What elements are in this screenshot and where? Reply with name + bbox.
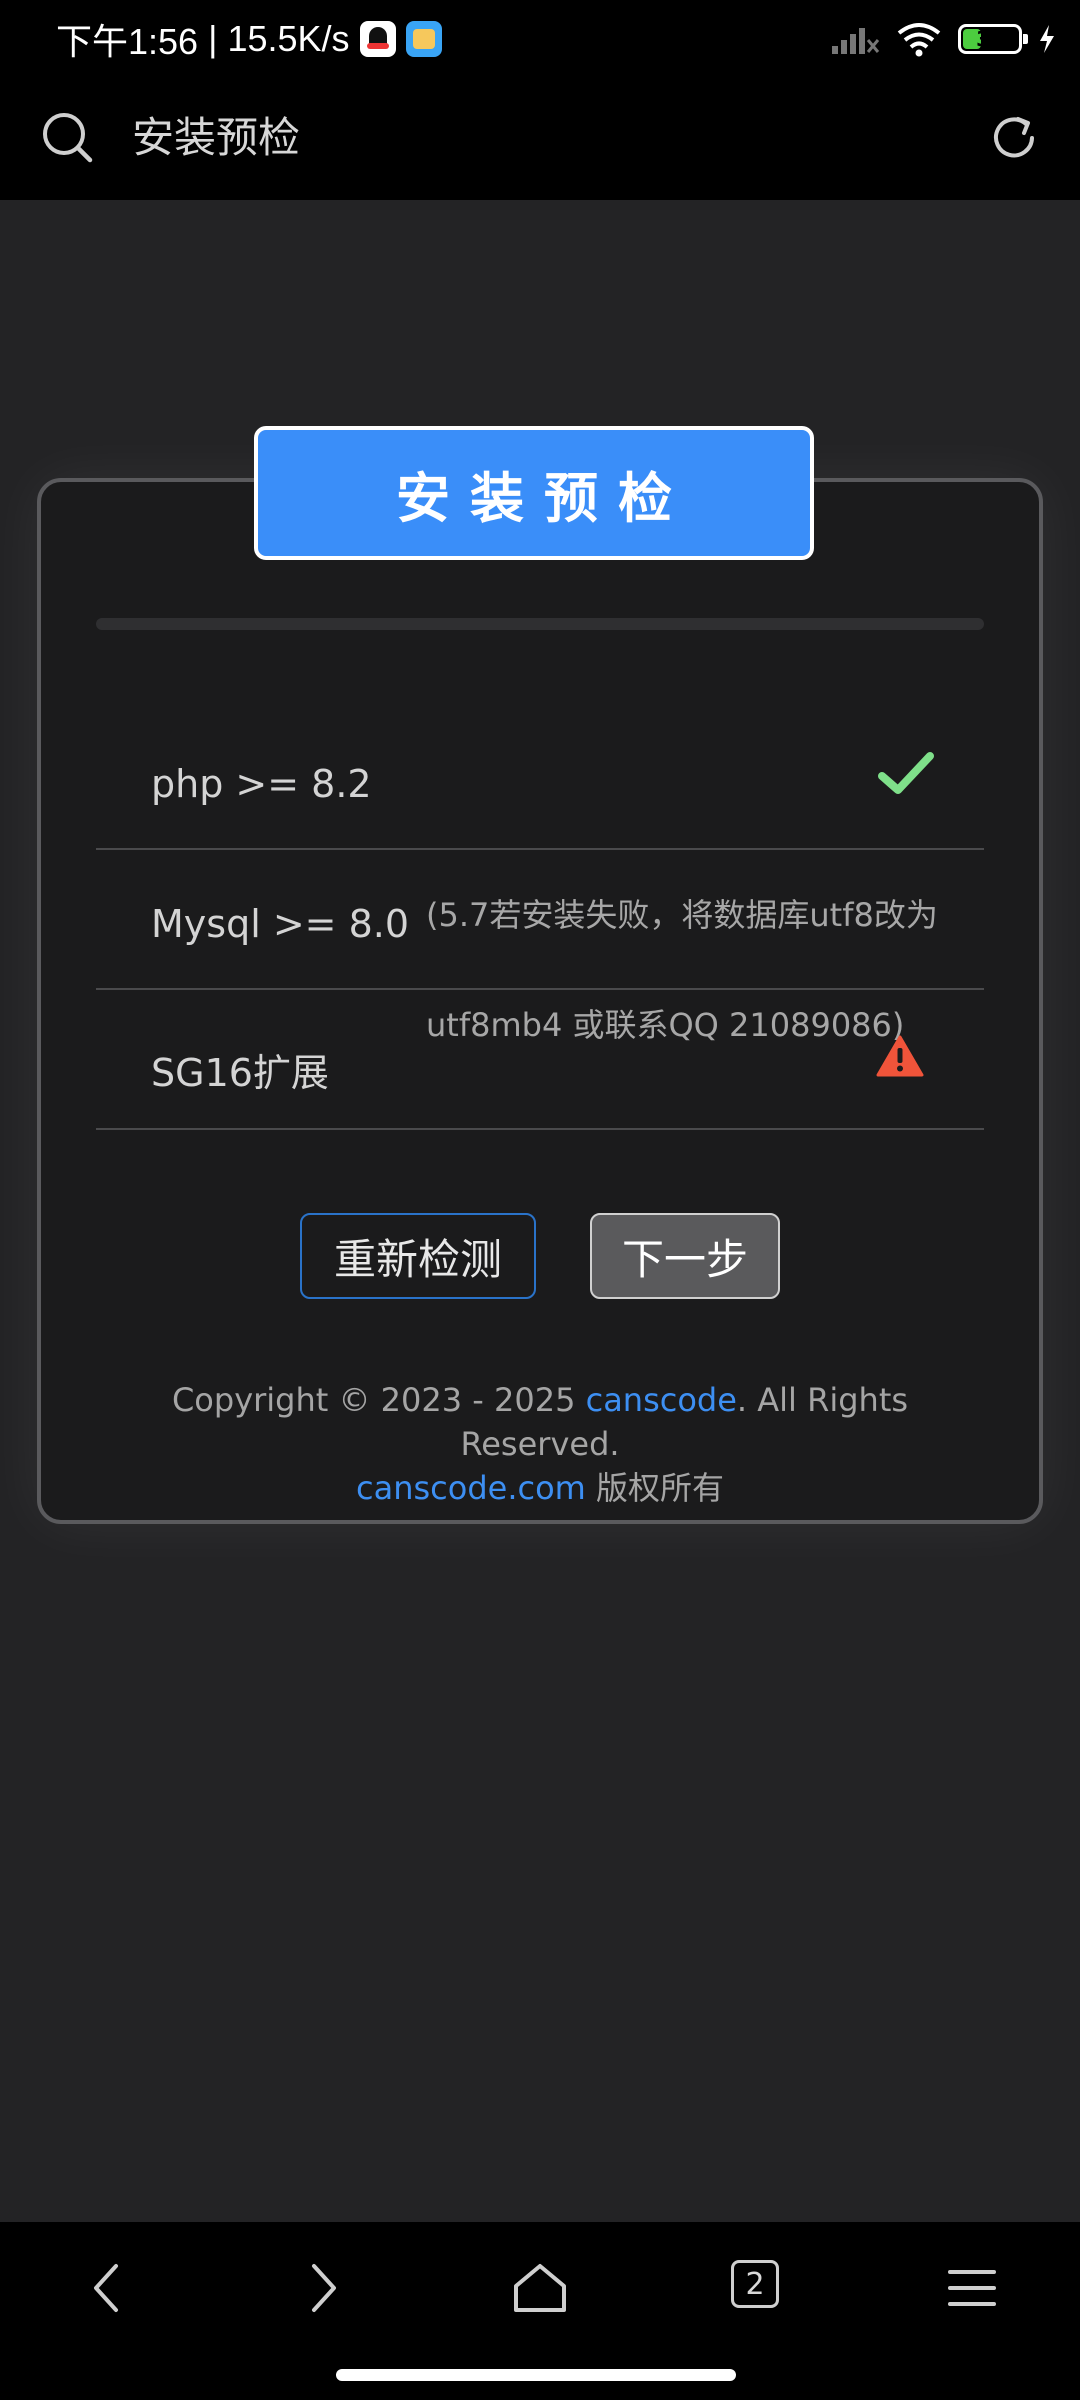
footer-line-1: Copyright © 2023 - 2025 canscode. All Ri… (96, 1378, 984, 1466)
home-icon[interactable] (510, 2258, 570, 2318)
home-indicator[interactable] (336, 2369, 736, 2381)
recheck-button[interactable]: 重新检测 (300, 1213, 536, 1299)
forward-icon[interactable] (292, 2258, 352, 2318)
tabs-count-button[interactable]: 2 (731, 2260, 779, 2308)
search-icon[interactable] (40, 110, 96, 166)
footer-link-canscode[interactable]: canscode (586, 1381, 737, 1419)
refresh-icon[interactable] (986, 110, 1042, 166)
check-icon (878, 752, 934, 794)
status-time: 下午1:56 (56, 21, 199, 62)
next-step-button[interactable]: 下一步 (590, 1213, 780, 1299)
footer-line-2: canscode.com 版权所有 (96, 1466, 984, 1510)
check-label-sg16: SG16扩展 (151, 1051, 329, 1095)
status-left: 下午1:56 | 15.5K/s (56, 14, 442, 64)
gallery-app-icon (405, 21, 442, 57)
check-row-sg16: SG16扩展 utf8mb4 或联系QQ 21089086) (96, 990, 984, 1130)
footer-link-canscode-com[interactable]: canscode.com (356, 1469, 586, 1507)
status-bar: 下午1:56 | 15.5K/s 34 (0, 0, 1080, 78)
mysql-note-line1: (5.7若安装失败，将数据库utf8改为 (426, 896, 938, 934)
page-title[interactable]: 安装预检 (132, 106, 300, 170)
footer-copyright-prefix: Copyright © 2023 - 2025 (171, 1381, 586, 1419)
copyright-footer: Copyright © 2023 - 2025 canscode. All Ri… (96, 1378, 984, 1510)
check-label-mysql: Mysql >= 8.0 (151, 902, 410, 946)
back-icon[interactable] (78, 2258, 138, 2318)
battery-level: 34 (976, 27, 1004, 51)
cellular-signal-icon (832, 28, 880, 54)
network-speed: 15.5K/s (227, 18, 350, 59)
footer-copyright-owner: 版权所有 (585, 1469, 725, 1507)
battery-indicator: 34 (958, 24, 1028, 54)
check-label-php: php >= 8.2 (151, 762, 372, 806)
charging-icon (1040, 25, 1054, 53)
mysql-note-line2: utf8mb4 或联系QQ 21089086) (426, 1006, 905, 1044)
progress-track (96, 618, 984, 630)
check-row-php: php >= 8.2 (96, 710, 984, 850)
qq-app-icon (359, 21, 396, 57)
menu-icon[interactable] (942, 2258, 1002, 2318)
check-row-mysql: Mysql >= 8.0 (5.7若安装失败，将数据库utf8改为 (96, 850, 984, 990)
warning-icon (876, 1035, 924, 1077)
browser-top-bar: 安装预检 (0, 78, 1080, 200)
status-right: 34 (830, 16, 1056, 62)
wifi-icon (897, 23, 941, 57)
card-header: 安装预检 (254, 426, 814, 560)
status-separator: | (208, 18, 218, 59)
